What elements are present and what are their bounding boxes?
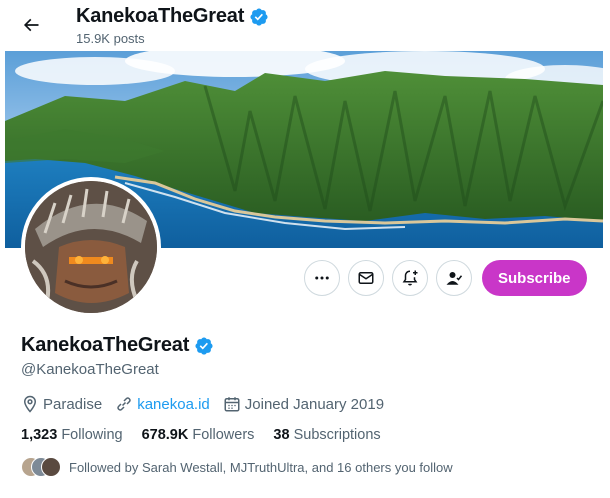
followers-stat[interactable]: 678.9K Followers xyxy=(142,427,255,443)
website-link[interactable]: kanekoa.id xyxy=(137,396,210,413)
location-text: Paradise xyxy=(43,395,103,413)
top-bar: KanekoaTheGreat 15.9K posts xyxy=(0,0,610,50)
subscriptions-count: 38 xyxy=(273,427,290,443)
notifications-button[interactable] xyxy=(392,260,428,296)
profile-name: KanekoaTheGreat xyxy=(21,334,214,357)
followed-by[interactable]: Followed by Sarah Westall, MJTruthUltra,… xyxy=(21,457,453,477)
display-name: KanekoaTheGreat xyxy=(21,334,190,356)
followed-by-text: Followed by Sarah Westall, MJTruthUltra,… xyxy=(69,459,453,475)
header-title: KanekoaTheGreat xyxy=(76,5,269,28)
link-icon xyxy=(117,397,131,411)
website: kanekoa.id xyxy=(115,395,210,413)
envelope-icon xyxy=(358,272,374,284)
location-pin-icon xyxy=(23,395,37,413)
message-button[interactable] xyxy=(348,260,384,296)
more-icon xyxy=(315,276,329,280)
back-button[interactable] xyxy=(14,8,48,42)
join-date: Joined January 2019 xyxy=(223,395,384,413)
arrow-left-icon xyxy=(23,18,39,32)
bell-plus-icon xyxy=(402,270,418,286)
header-name: KanekoaTheGreat xyxy=(76,5,245,27)
avatar-image xyxy=(25,181,157,313)
person-check-icon xyxy=(446,272,463,285)
header-post-count: 15.9K posts xyxy=(76,31,145,46)
followers-count: 678.9K xyxy=(141,427,189,443)
following-count: 1,323 xyxy=(21,427,58,443)
subscriptions-stat[interactable]: 38 Subscriptions xyxy=(273,427,380,443)
profile-handle: @KanekoaTheGreat xyxy=(21,361,159,378)
following-label: Following xyxy=(61,427,123,443)
following-stat[interactable]: 1,323 Following xyxy=(21,427,123,443)
more-button[interactable] xyxy=(304,260,340,296)
join-date-text: Joined January 2019 xyxy=(244,395,385,413)
followed-by-avatars xyxy=(21,457,61,477)
profile-actions: Subscribe xyxy=(304,260,587,296)
profile-stats: 1,323 Following 678.9K Followers 38 Subs… xyxy=(21,427,400,443)
calendar-icon xyxy=(224,397,240,412)
subscriptions-label: Subscriptions xyxy=(293,427,381,443)
profile-meta: Paradise kanekoa.id Joined January 2019 xyxy=(21,395,397,413)
follower-avatar xyxy=(41,457,61,477)
verified-badge-icon xyxy=(250,7,268,26)
subscribe-button[interactable]: Subscribe xyxy=(482,260,587,296)
profile-avatar[interactable] xyxy=(21,177,161,317)
following-button[interactable] xyxy=(436,260,472,296)
followers-label: Followers xyxy=(192,427,255,443)
verified-badge-icon[interactable] xyxy=(194,336,214,356)
location: Paradise xyxy=(21,395,102,413)
